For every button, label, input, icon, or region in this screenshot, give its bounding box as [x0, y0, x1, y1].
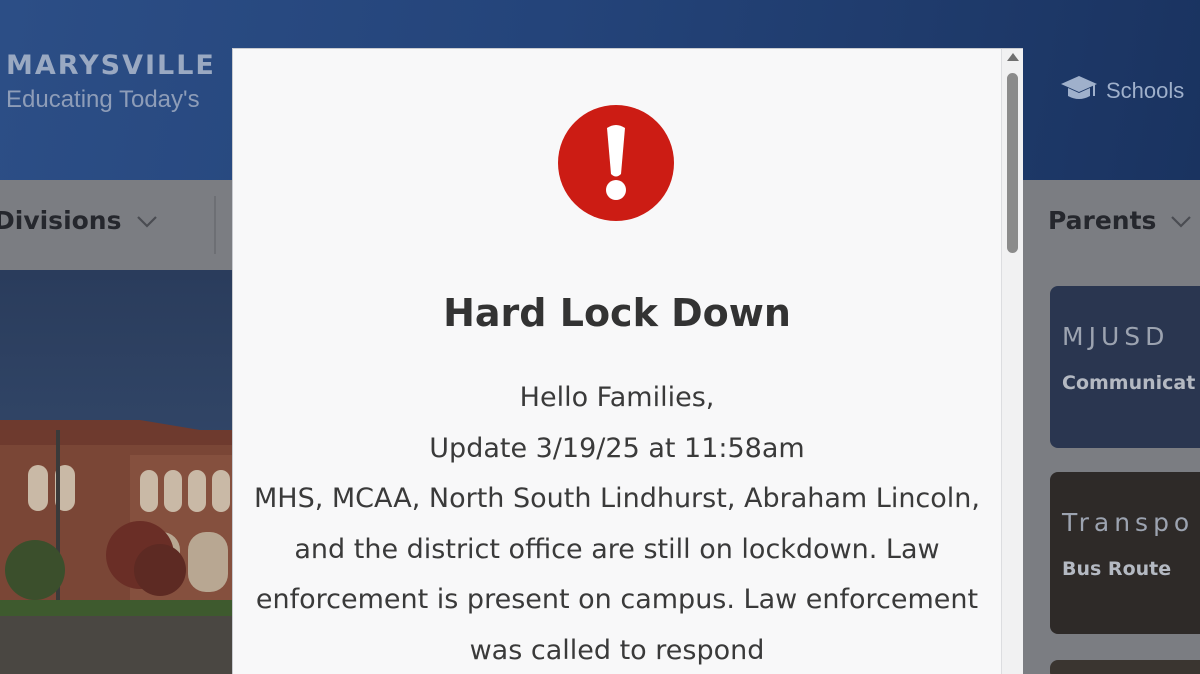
scrollbar-thumb[interactable]: [1007, 73, 1018, 253]
modal-scrollbar[interactable]: [1001, 49, 1023, 674]
chevron-down-icon: [136, 206, 158, 235]
modal-body: Hello Families, Update 3/19/25 at 11:58a…: [251, 373, 983, 674]
scroll-up-arrow-icon[interactable]: [1007, 53, 1019, 61]
card-subtitle: Communicat: [1062, 372, 1196, 394]
transportation-card[interactable]: Transpo Bus Route: [1050, 472, 1200, 634]
lockdown-message: MHS, MCAA, North South Lindhurst, Abraha…: [253, 483, 980, 666]
school-building-photo: [0, 270, 232, 674]
graduation-cap-icon: [1060, 74, 1098, 108]
card-title: Transpo: [1062, 508, 1195, 537]
chevron-down-icon: [1170, 206, 1192, 235]
schools-link[interactable]: Schools: [1060, 74, 1184, 108]
nav-item-parents[interactable]: Parents: [1048, 206, 1192, 235]
update-timestamp: Update 3/19/25 at 11:58am: [429, 432, 805, 464]
next-card[interactable]: [1050, 660, 1200, 674]
communications-card[interactable]: MJUSD Communicat: [1050, 286, 1200, 448]
card-title: MJUSD: [1062, 322, 1170, 351]
nav-item-label: Divisions: [0, 206, 122, 235]
nav-divider: [214, 196, 216, 254]
greeting-text: Hello Families,: [519, 382, 715, 413]
card-subtitle: Bus Route: [1062, 558, 1172, 580]
site-brand-title[interactable]: MARYSVILLE: [6, 50, 216, 81]
hero-image: [0, 270, 232, 674]
exclamation-circle-icon: [558, 105, 674, 221]
nav-item-divisions[interactable]: Divisions: [0, 206, 158, 235]
schools-link-label: Schools: [1106, 78, 1185, 103]
nav-item-label: Parents: [1048, 206, 1157, 235]
alert-modal: Hard Lock Down Hello Families, Update 3/…: [232, 48, 1023, 674]
site-tagline: Educating Today's: [6, 86, 200, 113]
modal-title: Hard Lock Down: [443, 291, 791, 335]
